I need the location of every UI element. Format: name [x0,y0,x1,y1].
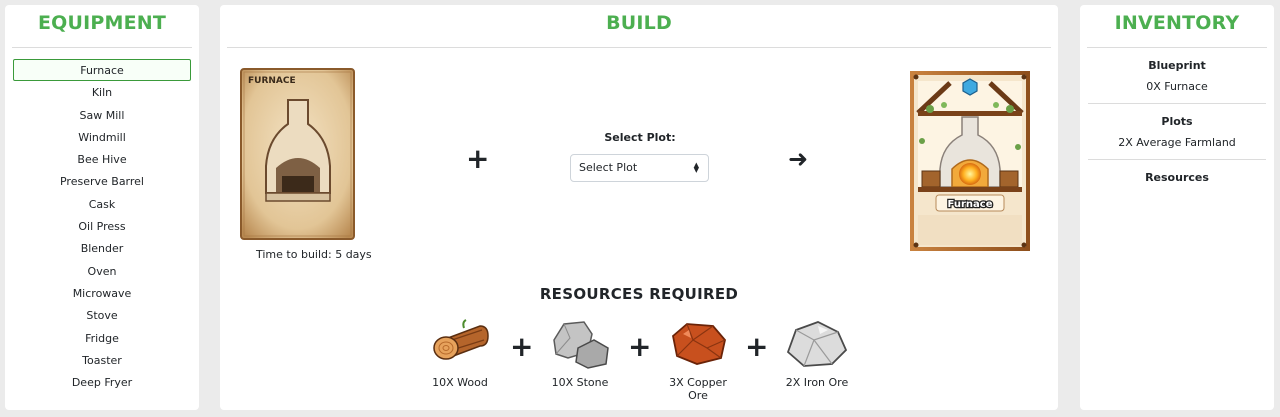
equipment-item-cask[interactable]: Cask [13,193,191,215]
equipment-title: EQUIPMENT [37,12,167,34]
inventory-panel: INVENTORY Blueprint 0X Furnace Plots 2X … [1080,5,1274,410]
resource-copper-ore-label: 3X Copper Ore [669,376,727,402]
iron-ore-icon [786,321,848,367]
inventory-blueprint-title: Blueprint [1148,59,1206,72]
resource-copper-ore: 3X Copper Ore [658,318,738,402]
wood-log-icon [433,319,489,360]
equipment-item-microwave[interactable]: Microwave [13,282,191,304]
inventory-plots-value: 2X Average Farmland [1118,136,1236,149]
resources-required-title: RESOURCES REQUIRED [539,285,739,303]
furnace-blueprint-card: FURNACE [240,68,355,240]
resource-stone-label: 10X Stone [551,376,609,389]
select-plot-label: Select Plot: [604,131,676,144]
plus-icon: + [628,330,652,363]
time-to-build: Time to build: 5 days [256,248,372,261]
equipment-item-deep-fryer[interactable]: Deep Fryer [13,371,191,393]
resource-stone: 10X Stone [540,318,620,389]
equipment-item-oven[interactable]: Oven [13,260,191,282]
equipment-item-saw-mill[interactable]: Saw Mill [13,104,191,126]
copper-ore-icon [672,323,726,365]
equipment-item-preserve-barrel[interactable]: Preserve Barrel [13,170,191,192]
equipment-item-blender[interactable]: Blender [13,237,191,259]
resource-iron-ore-label: 2X Iron Ore [785,376,849,389]
resource-iron-ore: 2X Iron Ore [777,318,857,389]
inventory-resources-title: Resources [1145,171,1209,184]
equipment-item-windmill[interactable]: Windmill [13,126,191,148]
divider [227,47,1051,48]
furnace-result-card: Furnace [910,71,1030,251]
inventory-resources-section: Resources [1088,160,1266,194]
plus-icon: + [745,330,769,363]
divider [12,47,192,48]
chevron-up-down-icon: ▲ ▼ [693,161,699,174]
equipment-item-kiln[interactable]: Kiln [13,81,191,103]
equipment-item-bee-hive[interactable]: Bee Hive [13,148,191,170]
inventory-blueprint-value: 0X Furnace [1146,80,1208,93]
equipment-panel: EQUIPMENT Furnace Kiln Saw Mill Windmill… [5,5,199,410]
arrow-right-icon: ➜ [788,145,809,173]
select-plot-value: Select Plot [579,161,638,174]
inventory-blueprint-section: Blueprint 0X Furnace [1088,48,1266,104]
equipment-item-furnace[interactable]: Furnace [13,59,191,82]
inventory-plots-section: Plots 2X Average Farmland [1088,104,1266,160]
build-panel: BUILD FURNACE Time to build: 5 days + Se… [220,5,1058,410]
plus-icon: + [466,142,490,175]
plus-icon: + [510,330,534,363]
equipment-list: Furnace Kiln Saw Mill Windmill Bee Hive … [13,59,191,393]
equipment-item-fridge[interactable]: Fridge [13,327,191,349]
equipment-item-oil-press[interactable]: Oil Press [13,215,191,237]
select-plot-dropdown[interactable]: Select Plot ▲ ▼ [570,154,709,182]
blueprint-card-label: FURNACE [248,76,296,86]
resource-wood-label: 10X Wood [432,376,488,389]
stone-icon [553,321,609,369]
result-card-label: Furnace [948,199,993,210]
inventory-title: INVENTORY [1114,12,1240,34]
equipment-item-stove[interactable]: Stove [13,304,191,326]
build-title: BUILD [606,12,672,34]
equipment-item-toaster[interactable]: Toaster [13,349,191,371]
inventory-plots-title: Plots [1161,115,1193,128]
resource-wood: 10X Wood [420,318,500,389]
